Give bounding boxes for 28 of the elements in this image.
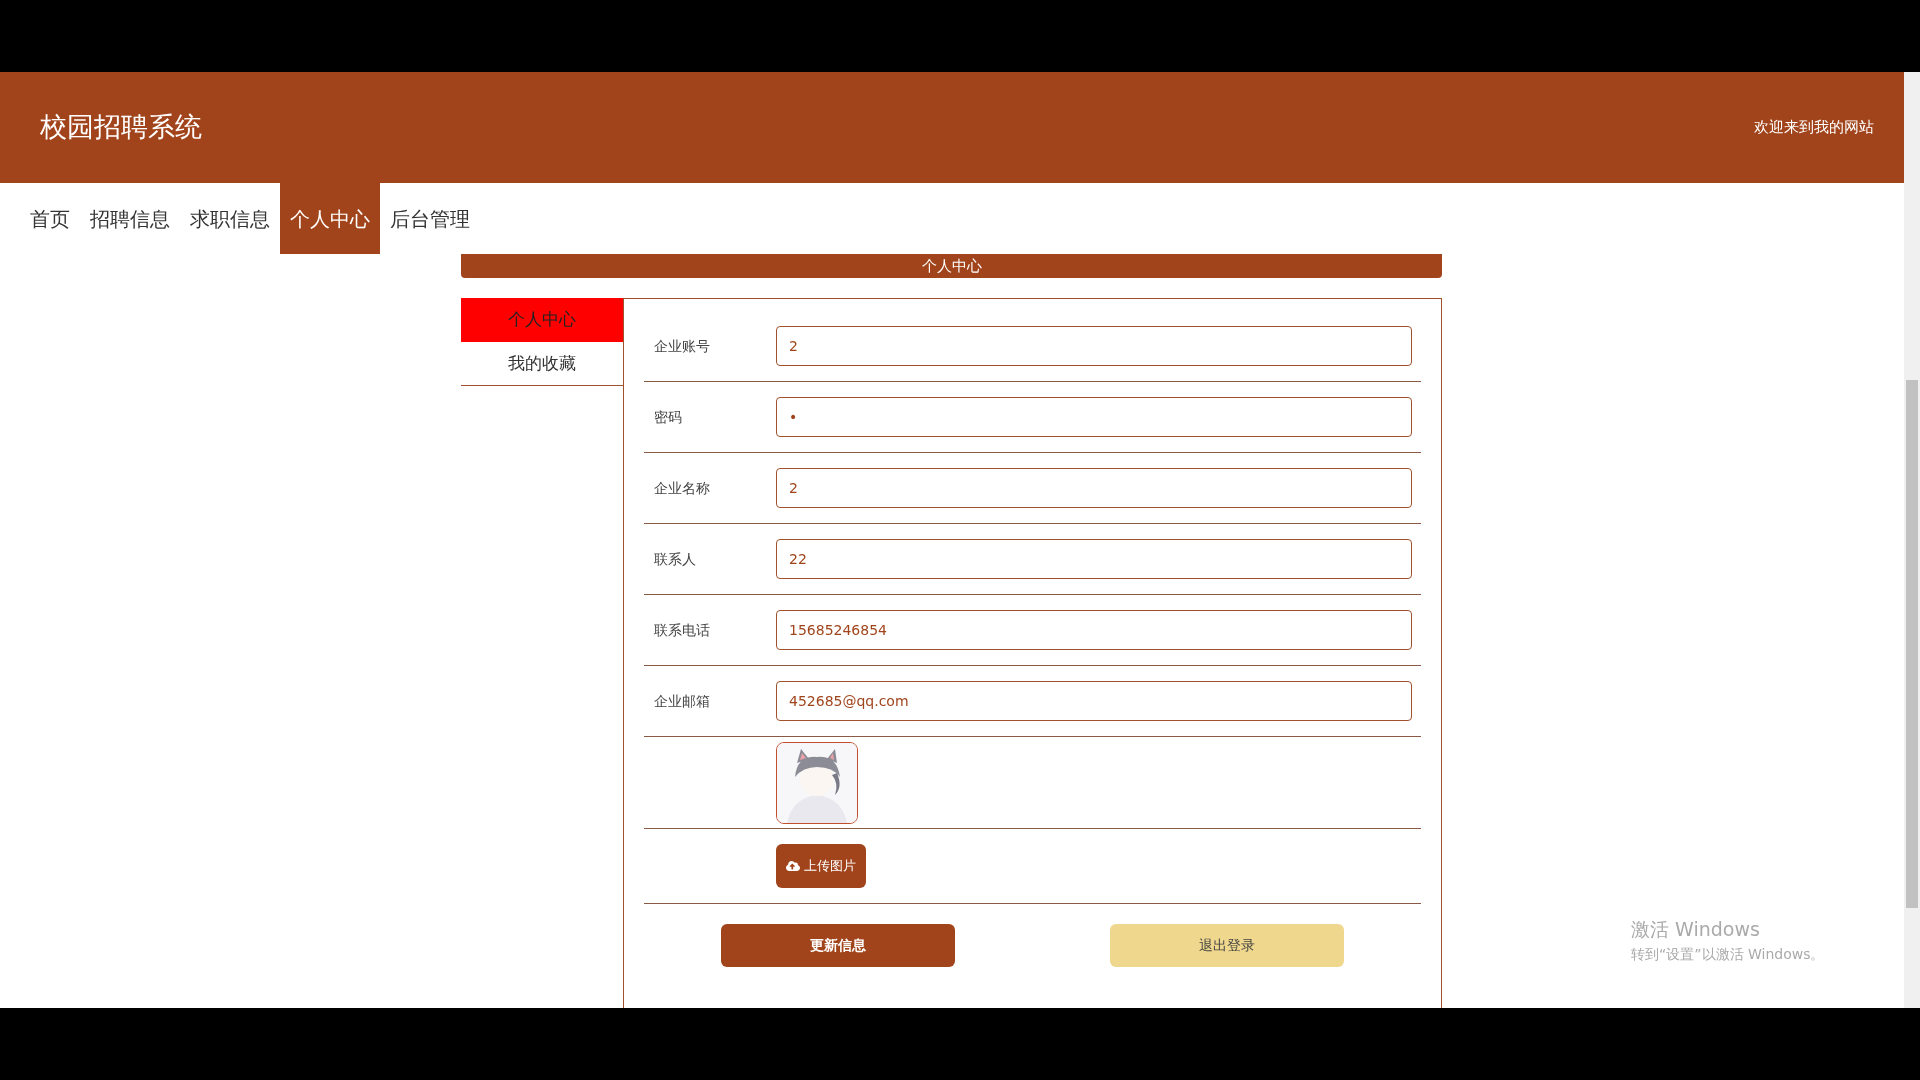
nav-tab[interactable]: 后台管理 — [380, 183, 480, 254]
activation-title: 激活 Windows — [1631, 917, 1761, 942]
update-button[interactable]: 更新信息 — [721, 924, 956, 967]
field-label: 企业名称 — [653, 478, 711, 498]
field-label: 企业邮箱 — [653, 691, 711, 711]
field-label: 联系人 — [653, 549, 697, 569]
field-label: 密码 — [653, 407, 683, 427]
cloud-upload-icon — [786, 859, 800, 873]
field-label: 企业账号 — [653, 336, 711, 356]
nav-tab[interactable]: 招聘信息 — [80, 183, 180, 254]
side-menu-item[interactable]: 我的收藏 — [461, 342, 623, 386]
text-field[interactable]: 452685@qq.com — [776, 681, 1412, 721]
text-field[interactable]: 2 — [776, 326, 1412, 366]
logout-button[interactable]: 退出登录 — [1109, 924, 1344, 967]
activation-message: 转到“设置”以激活 Windows。 — [1631, 944, 1825, 964]
nav-tab[interactable]: 求职信息 — [180, 183, 280, 254]
nav-tab[interactable]: 个人中心 — [280, 183, 380, 254]
upload-button[interactable]: 上传图片 — [776, 844, 866, 888]
welcome-text: 欢迎来到我的网站 — [1754, 117, 1874, 139]
text-field[interactable]: 2 — [776, 468, 1412, 508]
site-title: 校园招聘系统 — [40, 110, 202, 145]
text-field[interactable]: 15685246854 — [776, 610, 1412, 650]
text-field[interactable]: • — [776, 397, 1412, 437]
nav-tab[interactable]: 首页 — [20, 183, 80, 254]
field-label: 联系电话 — [653, 620, 711, 640]
side-menu-item[interactable]: 个人中心 — [461, 298, 623, 342]
section-title-bar: 个人中心 — [461, 254, 1442, 278]
text-field[interactable]: 22 — [776, 539, 1412, 579]
